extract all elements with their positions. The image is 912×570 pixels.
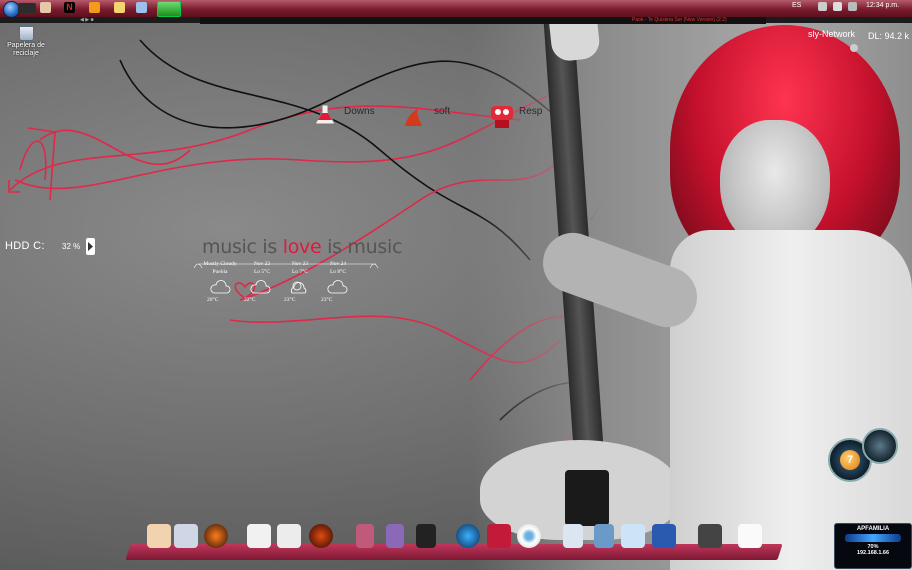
document-icon[interactable] bbox=[738, 524, 762, 548]
cpu-gauge-dial: 7 bbox=[840, 450, 860, 470]
video-icon[interactable] bbox=[487, 524, 511, 548]
doll-icon[interactable] bbox=[594, 524, 614, 548]
mail-icon[interactable] bbox=[621, 524, 645, 548]
weather-temp-0: 20°C bbox=[207, 297, 219, 303]
guitar-pickguard bbox=[565, 470, 609, 526]
media-player-bar: ◀ ▶ ■ Paok - Te Quisiera Ser (New Versio… bbox=[80, 17, 766, 24]
wifi-signal-bars bbox=[845, 534, 901, 542]
tray-battery-icon[interactable] bbox=[848, 2, 857, 11]
download-speed: DL: 94.2 k bbox=[868, 31, 910, 41]
cloud-icon bbox=[327, 280, 348, 294]
firefox-icon[interactable] bbox=[204, 524, 228, 548]
window-icon[interactable] bbox=[136, 2, 147, 13]
audio-icon[interactable] bbox=[174, 524, 198, 548]
folder-icon[interactable] bbox=[114, 2, 125, 13]
hdd-open-button[interactable] bbox=[86, 238, 95, 255]
media-controls[interactable]: ◀ ▶ ■ bbox=[80, 17, 94, 24]
tray-network-icon[interactable] bbox=[818, 2, 827, 11]
slogan-love: love bbox=[282, 236, 322, 258]
slogan-part-1: music is bbox=[202, 236, 283, 258]
wifi-ip-address: 192.168.1.66 bbox=[856, 550, 890, 556]
weather-cond-0: Puebla bbox=[212, 269, 228, 275]
character-icon[interactable] bbox=[356, 524, 374, 548]
hdd-usage-value: 32 % bbox=[62, 242, 81, 251]
eye-icon[interactable] bbox=[517, 524, 541, 548]
task-button-strip[interactable] bbox=[18, 3, 36, 13]
pen-tablet-icon[interactable] bbox=[698, 524, 722, 548]
arm bbox=[534, 224, 706, 336]
desktop: N ES 12:34 p.m. ◀ ▶ ■ Paok - Te Quisiera… bbox=[0, 0, 912, 570]
weather-day-3: Nov 24 bbox=[329, 261, 347, 267]
daemon-tools-icon[interactable] bbox=[309, 524, 333, 548]
weather-temp-1: 22°C bbox=[244, 297, 256, 303]
slogan-part-3: is music bbox=[321, 236, 403, 258]
gamepad-icon[interactable] bbox=[247, 524, 271, 548]
recycle-bin-shortcut[interactable]: Papelera de reciclaje bbox=[4, 26, 48, 58]
network-arrow-icon bbox=[850, 44, 858, 52]
sun-cloud-icon bbox=[290, 281, 307, 294]
anime-girl-icon[interactable] bbox=[386, 524, 404, 548]
wallpaper-slogan: music is love is music bbox=[202, 236, 402, 258]
wifi-ssid: APFAMILIA bbox=[856, 526, 890, 532]
taskbar: N ES 12:34 p.m. bbox=[0, 0, 912, 18]
dock-label-downs: Downs bbox=[344, 106, 375, 117]
shirt bbox=[670, 230, 912, 570]
dock-label-soft: soft bbox=[434, 106, 451, 117]
language-indicator[interactable]: ES bbox=[792, 2, 801, 9]
now-playing-text: Paok - Te Quisiera Ser (New Version) (2:… bbox=[632, 17, 727, 23]
hdd-label: HDD C: bbox=[5, 240, 45, 252]
recycle-bin-label: Papelera de reciclaje bbox=[7, 42, 45, 57]
cat-icon[interactable] bbox=[416, 524, 436, 548]
home-icon[interactable] bbox=[563, 524, 583, 548]
car-icon[interactable] bbox=[652, 524, 676, 548]
network-name: sly-Network bbox=[808, 29, 856, 39]
dragon-icon[interactable] bbox=[400, 104, 426, 130]
wifi-widget[interactable]: APFAMILIA 70% 192.168.1.66 bbox=[834, 523, 912, 569]
quicktime-icon[interactable] bbox=[456, 524, 480, 548]
cloud-icon bbox=[250, 280, 271, 294]
bottom-dock-shelf bbox=[125, 544, 783, 560]
dice-icon[interactable] bbox=[277, 524, 301, 548]
recycle-bin-icon bbox=[18, 26, 34, 41]
media-player-icon[interactable] bbox=[89, 2, 100, 13]
ram-gauge[interactable] bbox=[862, 428, 898, 464]
weather-cond-3: Lo 8°C bbox=[329, 269, 347, 275]
girl-figure-icon[interactable] bbox=[147, 524, 171, 548]
weather-temp-3: 23°C bbox=[321, 297, 333, 303]
netflix-icon[interactable]: N bbox=[64, 2, 75, 13]
chevron-right-icon bbox=[88, 242, 93, 251]
active-task-button[interactable] bbox=[157, 1, 181, 17]
clock[interactable]: 12:34 p.m. bbox=[866, 2, 899, 9]
robot-icon[interactable] bbox=[487, 102, 513, 128]
quick-launch-icon[interactable] bbox=[40, 2, 51, 13]
weather-day-0: Mostly Cloudy bbox=[203, 261, 237, 267]
wallpaper-photo bbox=[470, 0, 912, 570]
tray-volume-icon[interactable] bbox=[833, 2, 842, 11]
dock-label-resp: Resp bbox=[519, 106, 543, 117]
flask-icon[interactable] bbox=[312, 102, 338, 128]
weather-temp-2: 23°C bbox=[284, 297, 296, 303]
cloud-icon bbox=[210, 280, 231, 294]
